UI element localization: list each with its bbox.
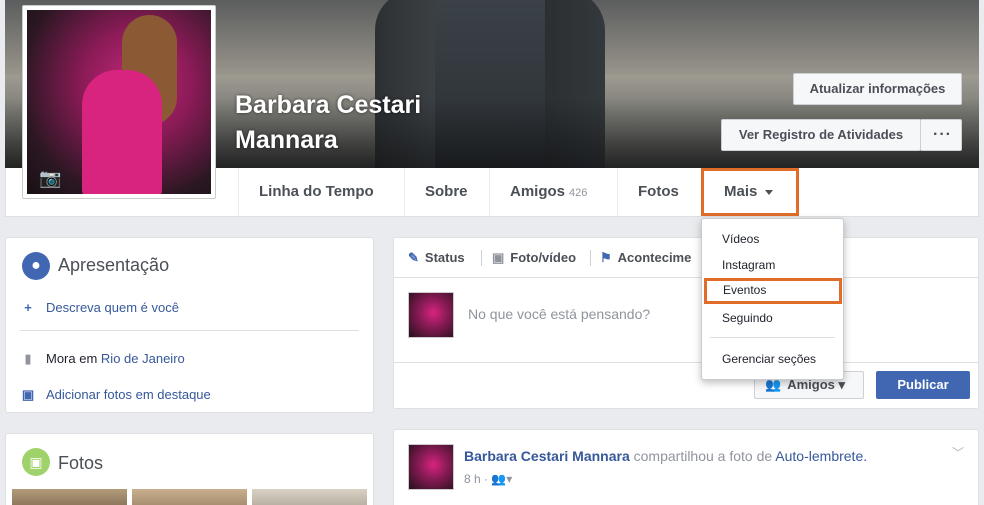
menu-item-videos[interactable]: Vídeos	[702, 228, 843, 250]
pencil-icon: ✎	[408, 250, 419, 265]
tab-about[interactable]: Sobre	[404, 168, 488, 216]
tab-friends-label: Amigos	[510, 183, 566, 200]
post-header: Barbara Cestari Mannara compartilhou a f…	[464, 448, 867, 464]
composer-tab-event[interactable]: ⚑ Acontecime	[600, 250, 691, 266]
lives-in: ▮ Mora em Rio de Janeiro	[20, 351, 185, 367]
photos-card: ▣ Fotos	[5, 433, 374, 505]
flag-icon: ⚑	[600, 250, 612, 265]
photo-thumb[interactable]	[132, 489, 247, 505]
describe-label: Descreva quem é você	[46, 300, 179, 315]
feed-post: Barbara Cestari Mannara compartilhou a f…	[393, 429, 979, 505]
globe-icon: ●	[22, 252, 50, 280]
friends-icon: 👥▾	[491, 472, 513, 486]
post-avatar[interactable]	[408, 444, 454, 490]
tab-timeline-label: Linha do Tempo	[259, 183, 374, 200]
friends-count: 426	[569, 187, 588, 199]
camera-icon[interactable]: 📷	[39, 168, 67, 188]
photo-label: Foto/vídeo	[510, 250, 577, 265]
tab-about-label: Sobre	[425, 183, 468, 200]
intro-title: Apresentação	[58, 255, 170, 275]
profile-picture[interactable]: 📷	[22, 5, 216, 199]
menu-item-manage-sections[interactable]: Gerenciar seções	[702, 348, 843, 370]
describe-yourself-link[interactable]: + Descreva quem é você	[20, 300, 179, 315]
home-icon: ▮	[24, 351, 32, 366]
tab-timeline[interactable]: Linha do Tempo	[238, 168, 394, 216]
intro-card: ● Apresentação + Descreva quem é você ▮ Mo…	[5, 237, 374, 413]
city-link[interactable]: Rio de Janeiro	[101, 351, 185, 366]
add-photos-label: Adicionar fotos em destaque	[46, 387, 211, 402]
more-options-button[interactable]: ···	[920, 119, 962, 151]
post-time[interactable]: 8 h ·	[464, 472, 488, 486]
post-action: compartilhou a foto de	[633, 448, 773, 464]
publish-button[interactable]: Publicar	[876, 371, 970, 399]
composer-tab-status[interactable]: ✎ Status	[408, 250, 465, 266]
status-label: Status	[424, 250, 465, 265]
composer-input[interactable]: No que você está pensando?	[468, 306, 650, 322]
more-dropdown-menu: Vídeos Instagram Eventos Seguindo Gerenc…	[701, 218, 844, 380]
post-target[interactable]: Auto-lembrete.	[775, 448, 867, 464]
camera-icon: ▣	[492, 250, 505, 265]
composer-tab-photo[interactable]: ▣ Foto/vídeo	[492, 250, 576, 266]
plus-icon: +	[24, 300, 32, 315]
tab-more-label: Mais	[724, 183, 758, 200]
add-featured-photos-link[interactable]: ▣ Adicionar fotos em destaque	[20, 387, 211, 403]
menu-item-following[interactable]: Seguindo	[702, 307, 843, 329]
composer-avatar	[408, 292, 454, 338]
post-meta: 8 h · 👥▾	[464, 472, 512, 486]
profile-name[interactable]: Barbara Cestari Mannara	[235, 88, 495, 158]
menu-item-events[interactable]: Eventos	[704, 278, 842, 304]
photos-icon: ▣	[22, 448, 50, 476]
photo-add-icon: ▣	[21, 387, 35, 402]
menu-item-instagram[interactable]: Instagram	[702, 254, 843, 276]
post-author[interactable]: Barbara Cestari Mannara	[464, 448, 630, 464]
photos-title[interactable]: Fotos	[58, 453, 103, 474]
caret-down-icon	[765, 189, 774, 195]
event-label: Acontecime	[617, 250, 692, 265]
tab-friends[interactable]: Amigos 426	[489, 168, 607, 216]
tab-photos-label: Fotos	[638, 183, 679, 200]
photo-thumb[interactable]	[252, 489, 367, 505]
tab-photos[interactable]: Fotos	[617, 168, 699, 216]
post-composer: ✎ Status ▣ Foto/vídeo ⚑ Acontecime No que v…	[393, 237, 979, 409]
update-info-button[interactable]: Atualizar informações	[793, 73, 962, 105]
chevron-down-icon[interactable]: ﹀	[952, 444, 964, 461]
photo-thumb[interactable]	[12, 489, 127, 505]
tab-more[interactable]: Mais	[701, 168, 799, 216]
activity-log-button[interactable]: Ver Registro de Atividades	[721, 119, 921, 151]
lives-prefix: Mora em	[46, 351, 98, 366]
